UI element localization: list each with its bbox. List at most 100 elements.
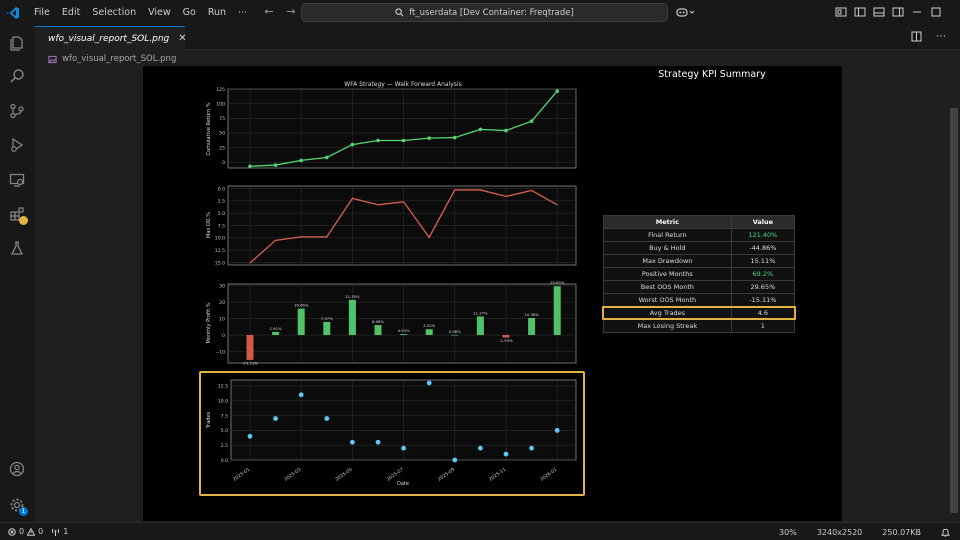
table-row: Final Return 121.40%: [603, 228, 796, 242]
data-point: [478, 127, 483, 132]
max-drawdown-chart: Max DD % 0.0 2.5 5.0 7.5 10.0 12.5 15.0: [206, 185, 577, 266]
y-tick-label: 15.0: [215, 260, 225, 266]
kpi-value: -44.86%: [730, 241, 796, 255]
cumulative-chart-title: WFA Strategy — Walk Forward Analysis: [344, 81, 461, 88]
monthly-profit-bar: [348, 299, 356, 336]
table-row: Buy & Hold -44.86%: [603, 241, 796, 255]
monthly-profit-chart: Monthly Profit % 30 20 10 0 −10 -15.11% 1.91% 1…: [206, 280, 577, 365]
bar-data-label: -1.55%: [499, 338, 513, 343]
y-tick-label: 25: [219, 145, 225, 151]
notifications-bell-icon[interactable]: [941, 528, 950, 537]
y-tick-label: 0.0: [218, 186, 225, 192]
monthly-profit-bar: [246, 335, 254, 360]
error-count: 0: [19, 527, 25, 536]
problems-status[interactable]: 0 0: [8, 527, 43, 536]
monthly-profit-bar: [400, 334, 408, 336]
bar-data-label: 29.65%: [550, 280, 565, 285]
monthly-profit-bar: [476, 316, 484, 336]
bar-data-label: 21.35%: [345, 294, 360, 299]
table-row: Best OOS Month 29.65%: [603, 280, 796, 294]
y-tick-label: 0: [222, 160, 225, 166]
status-bar: 0 0 1 30% 3240x2520 250.07KB: [0, 522, 960, 540]
y-tick-label: 20: [219, 300, 225, 306]
bar-data-label: 0.55%: [398, 328, 410, 333]
monthly-profit-bar: [528, 317, 536, 336]
monthly-profit-bar: [374, 325, 382, 336]
kpi-value: 29.65%: [730, 280, 796, 294]
kpi-metric: Max Losing Streak: [603, 319, 732, 333]
y-tick-label: 100: [216, 101, 225, 107]
y-tick-label: 10: [219, 316, 225, 322]
kpi-header-metric: Metric: [603, 215, 732, 229]
scrollbar-thumb[interactable]: [950, 108, 958, 513]
kpi-metric: Positive Months: [603, 267, 732, 281]
y-tick-label: 75: [219, 116, 225, 122]
kpi-metric: Best OOS Month: [603, 280, 732, 294]
data-point: [350, 142, 355, 147]
table-row: Worst OOS Month -15.11%: [603, 293, 796, 307]
monthly-profit-bar: [451, 334, 459, 336]
image-filesize: 250.07KB: [882, 527, 921, 537]
kpi-value: -15.11%: [730, 293, 796, 307]
bar-data-label: 6.06%: [372, 319, 384, 324]
kpi-metric: Worst OOS Month: [603, 293, 732, 307]
bar-data-label: 11.27%: [473, 310, 488, 315]
kpi-title: Strategy KPI Summary: [658, 69, 766, 80]
data-point: [376, 138, 380, 143]
kpi-value: 15.11%: [730, 254, 796, 268]
y-tick-label: 30: [219, 283, 225, 289]
y-tick-label: −10: [215, 349, 225, 355]
data-point: [299, 158, 304, 163]
kpi-value: 1: [730, 319, 796, 333]
table-row: Max Drawdown 15.11%: [603, 254, 796, 268]
monthly-chart-frame: [227, 283, 577, 364]
kpi-value: 69.2%: [730, 267, 796, 281]
y-tick-label: 5.0: [218, 211, 225, 217]
monthly-profit-bar: [425, 329, 433, 336]
y-tick-label: 2.5: [218, 199, 225, 205]
zoom-level[interactable]: 30%: [779, 528, 797, 537]
data-point: [504, 128, 508, 133]
data-point: [325, 155, 329, 160]
table-row: Positive Months 69.2%: [603, 267, 796, 281]
monthly-profit-bar: [323, 321, 331, 336]
image-dimensions: 3240x2520: [816, 527, 863, 537]
data-point: [273, 163, 278, 167]
bar-data-label: 1.91%: [270, 326, 282, 331]
kpi-metric: Max Drawdown: [603, 254, 732, 268]
trades-chart-highlight: [199, 371, 585, 496]
data-point: [401, 138, 406, 143]
table-row: Max Losing Streak 1: [603, 319, 796, 333]
monthly-profit-bar: [272, 331, 280, 336]
y-tick-label: 0: [222, 333, 225, 339]
data-point: [555, 89, 559, 93]
data-point: [427, 136, 432, 140]
bar-data-label: 0.08%: [449, 329, 461, 334]
kpi-header-value: Value: [730, 215, 796, 229]
warning-count: 0: [38, 527, 44, 536]
cumulative-chart-frame: [227, 88, 577, 169]
data-point: [248, 164, 252, 169]
y-tick-label: 50: [219, 131, 225, 137]
kpi-value: 121.40%: [730, 228, 796, 242]
y-tick-label: 7.5: [218, 223, 225, 229]
kpi-metric: Final Return: [603, 228, 732, 242]
cumulative-return-chart: WFA Strategy — Walk Forward Analysis Cum…: [206, 81, 577, 169]
error-icon: [8, 527, 16, 536]
bar-data-label: 10.38%: [524, 312, 539, 317]
bar-data-label: 3.52%: [423, 323, 435, 328]
monthly-ylabel: Monthly Profit %: [206, 302, 212, 343]
drawdown-ylabel: Max DD %: [206, 212, 212, 238]
y-tick-label: 125: [216, 87, 225, 93]
monthly-profit-bar: [553, 286, 561, 336]
monthly-profit-bar: [297, 308, 305, 336]
ports-status[interactable]: 1: [51, 527, 68, 536]
kpi-metric: Buy & Hold: [603, 241, 732, 255]
data-point: [453, 135, 457, 140]
ports-count: 1: [63, 527, 69, 536]
ports-antenna-icon: [52, 528, 60, 536]
y-tick-label: 10.0: [215, 236, 225, 242]
bar-data-label: 7.97%: [321, 316, 333, 321]
warning-icon: [27, 527, 36, 536]
data-point: [529, 119, 534, 123]
